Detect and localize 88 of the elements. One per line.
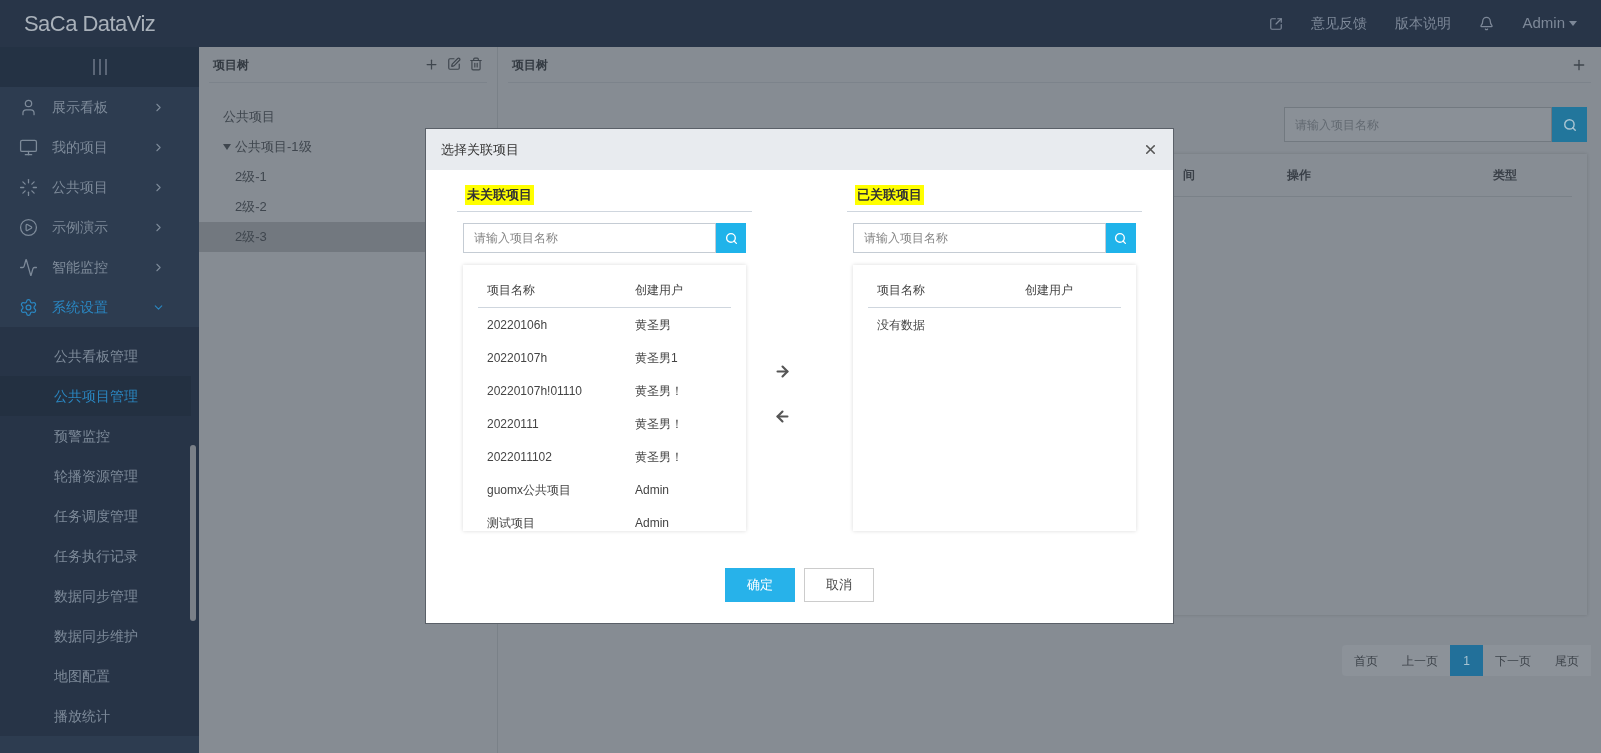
submenu-item[interactable]: 任务调度管理 bbox=[0, 496, 191, 536]
menu-item-icon bbox=[19, 97, 38, 117]
search-field[interactable]: 请输入项目名称 bbox=[852, 223, 1106, 253]
table-cell-text: 测试项目 bbox=[486, 514, 536, 531]
menu-item-icon bbox=[19, 137, 38, 157]
sidebar-toggle[interactable] bbox=[0, 47, 199, 87]
edit-icon[interactable] bbox=[447, 57, 461, 71]
menu-item-icon bbox=[19, 297, 38, 317]
list-row[interactable]: 20220107h!01110 黄圣男！ bbox=[478, 374, 732, 407]
search-button[interactable] bbox=[1106, 223, 1136, 253]
table-cell-text: 2022011102 bbox=[486, 448, 553, 466]
search-icon bbox=[1114, 231, 1128, 245]
sidebar-item[interactable]: 我的项目 bbox=[0, 127, 199, 167]
delete-icon[interactable] bbox=[469, 57, 483, 71]
dialog-title: 选择关联项目 bbox=[441, 140, 519, 159]
table-cell-text: 黄圣男！ bbox=[635, 415, 683, 433]
tree-item[interactable]: 公共项目 bbox=[199, 102, 487, 132]
header-link[interactable]: 版本说明 bbox=[1395, 13, 1452, 34]
sidebar-item[interactable]: 展示看板 bbox=[0, 87, 199, 127]
submenu-item[interactable]: 数据同步管理 bbox=[0, 576, 191, 616]
page-button[interactable]: 1 bbox=[1450, 645, 1483, 676]
panel-title: 项目树 bbox=[512, 56, 548, 74]
submenu-item[interactable]: 任务执行记录 bbox=[0, 536, 191, 576]
column-header: 间 bbox=[1183, 167, 1195, 184]
menu-item-icon bbox=[19, 217, 38, 237]
table-cell-text: 20220107h!01110 bbox=[486, 382, 583, 400]
add-icon[interactable] bbox=[424, 57, 439, 72]
cancel-button[interactable]: 取消 bbox=[804, 568, 874, 602]
table-cell-text: 20220111 bbox=[486, 415, 540, 433]
sidebar-item[interactable]: 公共项目 bbox=[0, 167, 199, 207]
table-cell-text: guomx公共项目 bbox=[486, 481, 573, 499]
list-row[interactable]: guomx公共项目 Admin bbox=[478, 473, 732, 506]
close-icon[interactable] bbox=[1143, 142, 1158, 157]
page-button[interactable]: 上一页 bbox=[1390, 645, 1450, 676]
search-icon bbox=[1562, 117, 1577, 132]
submenu-item[interactable]: 数据同步维护 bbox=[0, 616, 191, 656]
submenu-item[interactable]: 地图配置 bbox=[0, 656, 191, 696]
column-header: 操作 bbox=[1287, 167, 1311, 184]
table-cell-text: Admin bbox=[635, 481, 669, 499]
logo: SaCa DataViz bbox=[24, 10, 156, 38]
external-icon[interactable] bbox=[1269, 16, 1284, 31]
menu-item-icon bbox=[19, 257, 38, 277]
menu-icon[interactable] bbox=[90, 58, 109, 76]
search-field[interactable]: 请输入项目名称 bbox=[463, 223, 717, 253]
sidebar-item[interactable]: 示例演示 bbox=[0, 207, 199, 247]
table-cell-text: Admin bbox=[635, 514, 669, 531]
table-cell-text: 黄圣男！ bbox=[635, 382, 683, 400]
table-cell-text: 黄圣男 bbox=[635, 316, 671, 334]
section-title: 已关联项目 bbox=[854, 185, 924, 205]
column-header: 创建用户 bbox=[635, 282, 683, 299]
submenu-item[interactable]: 预警监控 bbox=[0, 416, 191, 456]
panel-title: 项目树 bbox=[213, 56, 249, 74]
caret-icon[interactable] bbox=[223, 144, 231, 150]
column-header: 项目名称 bbox=[875, 282, 926, 299]
list-row[interactable]: 20220106h 黄圣男 bbox=[478, 308, 732, 341]
user-menu[interactable]: Admin bbox=[1522, 12, 1577, 35]
arrow-left-icon[interactable] bbox=[774, 408, 791, 425]
submenu-item[interactable]: 播放统计 bbox=[0, 696, 191, 736]
list-row[interactable]: 20220111 黄圣男！ bbox=[478, 407, 732, 440]
page-button[interactable]: 下一页 bbox=[1483, 645, 1543, 676]
page-button[interactable]: 首页 bbox=[1342, 645, 1390, 676]
list-row[interactable]: 2022011102 黄圣男！ bbox=[478, 440, 732, 473]
column-header: 创建用户 bbox=[1024, 282, 1073, 299]
sidebar-item[interactable]: 智能监控 bbox=[0, 247, 199, 287]
list-row[interactable]: 20220107h 黄圣男1 bbox=[478, 341, 732, 374]
table-cell-text: 20220107h bbox=[486, 349, 549, 367]
section-title: 未关联项目 bbox=[465, 185, 534, 205]
search-button[interactable] bbox=[1552, 107, 1587, 142]
table-cell-text: 20220106h bbox=[486, 316, 549, 334]
column-header: 类型 bbox=[1493, 167, 1517, 184]
sidebar-item[interactable]: 系统设置 bbox=[0, 287, 199, 327]
menu-item-icon bbox=[19, 177, 38, 197]
bell-icon[interactable] bbox=[1479, 16, 1495, 31]
search-button[interactable] bbox=[716, 223, 747, 253]
page-button[interactable]: 尾页 bbox=[1543, 645, 1591, 676]
arrow-right-icon[interactable] bbox=[774, 363, 791, 380]
search-icon bbox=[724, 231, 738, 245]
submenu-item[interactable]: 轮播资源管理 bbox=[0, 456, 191, 496]
submenu-item[interactable]: 公共项目管理 bbox=[0, 376, 191, 416]
list-row[interactable]: 测试项目 Admin bbox=[478, 506, 732, 531]
column-header: 项目名称 bbox=[486, 282, 536, 299]
confirm-button[interactable]: 确定 bbox=[725, 568, 795, 602]
caret-icon bbox=[1569, 21, 1577, 26]
header-link[interactable]: 意见反馈 bbox=[1311, 13, 1368, 34]
empty-message: 没有数据 bbox=[875, 317, 926, 334]
submenu-item[interactable]: 公共看板管理 bbox=[0, 336, 191, 376]
table-cell-text: 黄圣男！ bbox=[635, 448, 683, 466]
table-cell-text: 黄圣男1 bbox=[635, 349, 678, 367]
